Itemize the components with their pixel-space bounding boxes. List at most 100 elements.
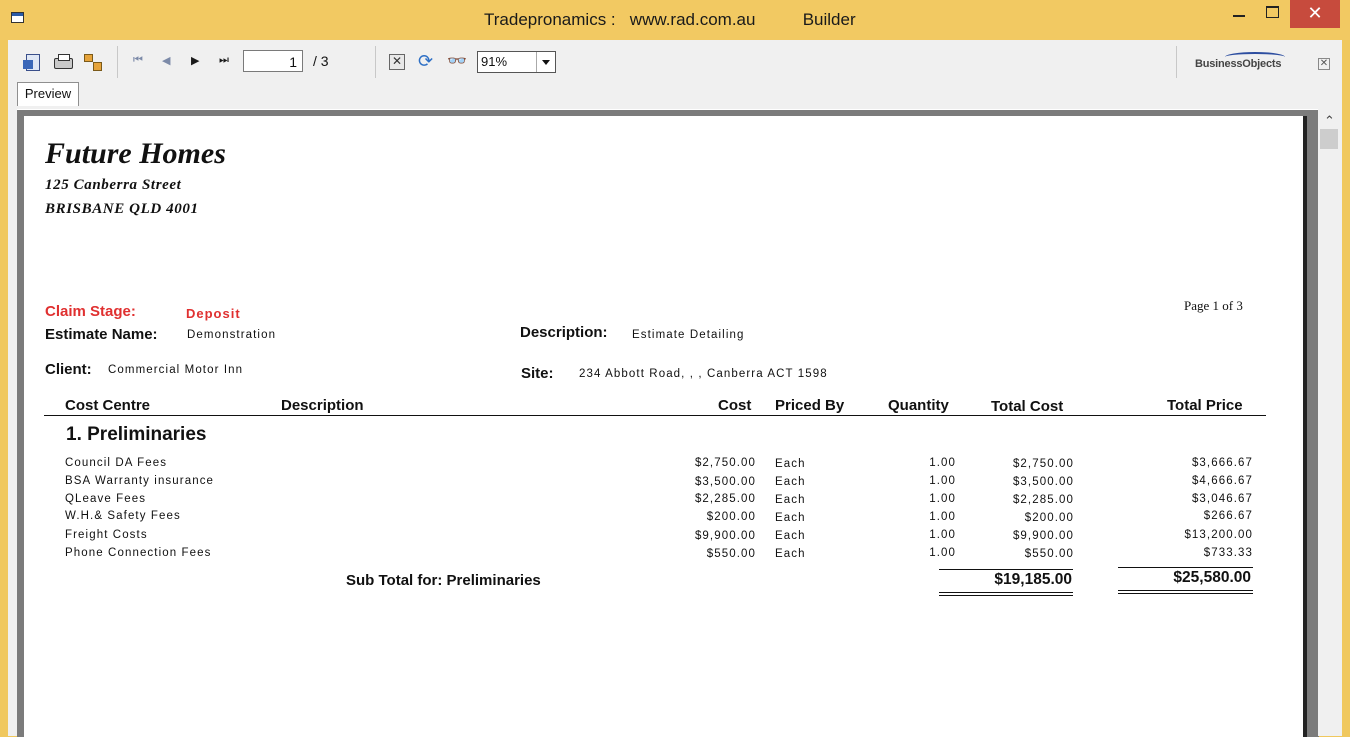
address-line-1: 125 Canberra Street: [45, 177, 182, 193]
row-cost-centre: QLeave Fees: [65, 493, 147, 505]
next-page-icon[interactable]: ▶: [191, 54, 199, 67]
row-total-price: $4,666.67: [1191, 475, 1253, 487]
row-cost: $550.00: [706, 548, 756, 560]
row-cost-centre: Council DA Fees: [65, 457, 168, 469]
description-value: Estimate Detailing: [632, 329, 745, 341]
row-priced-by: Each: [775, 494, 806, 506]
page-number-input[interactable]: 1: [243, 50, 303, 72]
row-total-price: $3,666.67: [1191, 457, 1253, 469]
row-priced-by: Each: [775, 476, 806, 488]
row-cost-centre: W.H.& Safety Fees: [65, 510, 181, 522]
row-total-price: $13,200.00: [1184, 529, 1253, 541]
row-total-price: $733.33: [1203, 547, 1253, 559]
column-header-total-cost: Total Cost: [991, 398, 1064, 415]
page-info: Page 1 of 3: [1184, 298, 1243, 313]
row-quantity: 1.00: [929, 529, 956, 541]
row-cost: $3,500.00: [694, 476, 756, 488]
maximize-button[interactable]: [1256, 0, 1290, 28]
subtotal-total-price: $25,580.00: [1173, 569, 1251, 586]
subtotal-price-top-rule: [1118, 567, 1253, 568]
page-total: / 3: [313, 53, 329, 69]
row-quantity: 1.00: [929, 457, 956, 469]
toolbar-separator: [1176, 46, 1177, 78]
subtotal-cost-double-rule: [939, 592, 1073, 593]
address-line-2: BRISBANE QLD 4001: [45, 201, 199, 217]
last-page-icon[interactable]: ⏭: [219, 54, 229, 67]
row-total-cost: $550.00: [1024, 548, 1074, 560]
row-cost: $200.00: [706, 511, 756, 523]
search-binoculars-icon[interactable]: 👓: [447, 51, 467, 71]
claim-stage-label: Claim Stage:: [45, 303, 136, 320]
group-tree-icon[interactable]: [83, 52, 103, 72]
column-header-quantity: Quantity: [888, 397, 949, 414]
row-cost: $2,750.00: [694, 457, 756, 469]
print-icon[interactable]: [53, 52, 73, 72]
site-label: Site:: [521, 365, 554, 382]
row-quantity: 1.00: [929, 475, 956, 487]
title-bar: Tradepronamics : www.rad.com.au Builder …: [0, 0, 1350, 40]
minimize-button[interactable]: [1222, 0, 1256, 28]
estimate-name-value: Demonstration: [187, 329, 277, 341]
zoom-value: 91%: [481, 54, 508, 69]
row-priced-by: Each: [775, 530, 806, 542]
report-page: Future Homes 125 Canberra Street BRISBAN…: [24, 116, 1307, 737]
description-label: Description:: [520, 324, 608, 341]
report-viewport[interactable]: Future Homes 125 Canberra Street BRISBAN…: [17, 109, 1319, 737]
row-cost: $9,900.00: [694, 530, 756, 542]
toolbar-separator: [117, 46, 118, 78]
tab-preview[interactable]: Preview: [17, 82, 79, 106]
column-header-priced-by: Priced By: [775, 397, 845, 414]
scroll-up-icon[interactable]: ⌃: [1324, 113, 1335, 129]
refresh-icon[interactable]: ⟳: [418, 51, 438, 71]
claim-stage-value: Deposit: [186, 306, 241, 321]
row-total-price: $3,046.67: [1191, 493, 1253, 505]
row-cost-centre: BSA Warranty insurance: [65, 475, 215, 487]
estimate-name-label: Estimate Name:: [45, 326, 158, 343]
stop-icon[interactable]: ✕: [389, 54, 405, 70]
row-cost: $2,285.00: [694, 493, 756, 505]
viewer-toolbar: ⏮ ◀ ▶ ⏭ 1 / 3 ✕ ⟳ 👓 91% BusinessObjects …: [8, 40, 1342, 106]
column-header-cost: Cost: [718, 397, 752, 414]
client-value: Commercial Motor Inn: [108, 364, 244, 376]
site-value: 234 Abbott Road, , , Canberra ACT 1598: [579, 368, 828, 380]
subtotal-total-cost: $19,185.00: [994, 571, 1072, 588]
row-total-cost: $2,285.00: [1012, 494, 1074, 506]
column-header-cost-centre: Cost Centre: [65, 397, 151, 414]
row-cost-centre: Phone Connection Fees: [65, 547, 212, 559]
row-quantity: 1.00: [929, 547, 956, 559]
export-icon[interactable]: [23, 52, 43, 72]
row-quantity: 1.00: [929, 493, 956, 505]
column-header-description: Description: [281, 397, 364, 414]
row-total-price: $266.67: [1203, 510, 1253, 522]
app-window-icon[interactable]: [11, 12, 24, 23]
zoom-select[interactable]: 91%: [477, 51, 556, 73]
subtotal-price-double-rule: [1118, 590, 1253, 591]
row-cost-centre: Freight Costs: [65, 529, 148, 541]
row-total-cost: $9,900.00: [1012, 530, 1074, 542]
row-quantity: 1.00: [929, 511, 956, 523]
row-priced-by: Each: [775, 512, 806, 524]
chevron-down-icon[interactable]: [536, 52, 555, 72]
previous-page-icon[interactable]: ◀: [162, 54, 170, 67]
row-total-cost: $3,500.00: [1012, 476, 1074, 488]
report-viewer: ⏮ ◀ ▶ ⏭ 1 / 3 ✕ ⟳ 👓 91% BusinessObjects …: [8, 40, 1342, 737]
subtotal-price-double-rule: [1118, 593, 1253, 594]
column-header-total-price: Total Price: [1167, 397, 1243, 414]
subtotal-label: Sub Total for: Preliminaries: [346, 572, 541, 589]
client-label: Client:: [45, 361, 92, 378]
section-title: 1. Preliminaries: [66, 424, 207, 445]
close-button[interactable]: ✕: [1290, 0, 1340, 28]
row-total-cost: $2,750.00: [1012, 458, 1074, 470]
subtotal-cost-top-rule: [939, 569, 1073, 570]
first-page-icon[interactable]: ⏮: [133, 54, 143, 67]
header-divider: [44, 415, 1266, 416]
subtotal-cost-double-rule: [939, 595, 1073, 596]
row-priced-by: Each: [775, 458, 806, 470]
vertical-scrollbar[interactable]: ⌃: [1318, 109, 1342, 736]
close-icon[interactable]: ✕: [1318, 58, 1330, 70]
row-total-cost: $200.00: [1024, 512, 1074, 524]
scrollbar-thumb[interactable]: [1320, 129, 1338, 149]
toolbar-separator: [375, 46, 376, 78]
row-priced-by: Each: [775, 548, 806, 560]
company-name: Future Homes: [45, 137, 226, 170]
